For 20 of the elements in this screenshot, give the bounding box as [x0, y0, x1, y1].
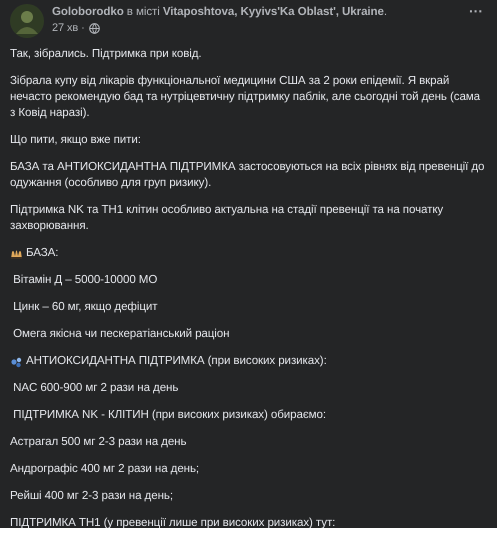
- more-options-button[interactable]: ···: [465, 4, 487, 18]
- post-paragraph: Омега якісна чи пескератіанський раціон: [12, 326, 230, 342]
- post-paragraph: NAC 600-900 мг 2 рази на день: [12, 380, 180, 396]
- section-heading: БАЗА:: [26, 245, 58, 261]
- post-paragraph: ПІДТРИМКА NK - КЛІТИН (при високих ризиках) обираємо:: [12, 407, 327, 423]
- section-heading: АНТИОКСИДАНТНА ПІДТРИМКА (при високих ризиках):: [26, 353, 327, 369]
- post-paragraph: БАЗА та АНТИОКСИДАНТНА ПІДТРИМКА застосовуються на всіх рівнях від превенції до одужання (особливо для груп ризику).: [10, 159, 486, 191]
- post-paragraph: Цинк – 60 мг, якщо дефіцит: [12, 299, 158, 315]
- post-paragraph: Що пити, якщо вже пити:: [10, 132, 142, 148]
- post-paragraph: Андрографіс 400 мг 2 рази на день;: [10, 461, 200, 477]
- post-paragraph: Рейші 400 мг 2-3 рази на день;: [10, 488, 174, 504]
- post-paragraph: Так, зібрались. Підтримка при ковід.: [10, 46, 203, 62]
- post-paragraph: Зібрала купу від лікарів функціональної медицини США за 2 роки епідемії. Я вкрай нечасто рекомендую бад та нутріцевтичну підтримку паблік, але сьогодні той день (сама з Ковід наразі).: [10, 73, 482, 121]
- avatar[interactable]: [10, 4, 44, 38]
- post-time[interactable]: 27 хв ·: [52, 20, 85, 36]
- post-paragraph: Астрагал 500 мг 2-3 рази на день: [10, 434, 188, 450]
- globe-icon: [88, 22, 100, 34]
- post-byline: Goloborodko в місті Vitaposhtova, Kyyivs'Ka Oblast', Ukraine.: [52, 4, 388, 20]
- post-paragraph: Підтримка NK та ТН1 клітин особливо актуальна на стадії превенції та на початку захворювання.: [10, 202, 444, 234]
- post-paragraph: Вітамін Д – 5000-10000 МО: [12, 272, 158, 288]
